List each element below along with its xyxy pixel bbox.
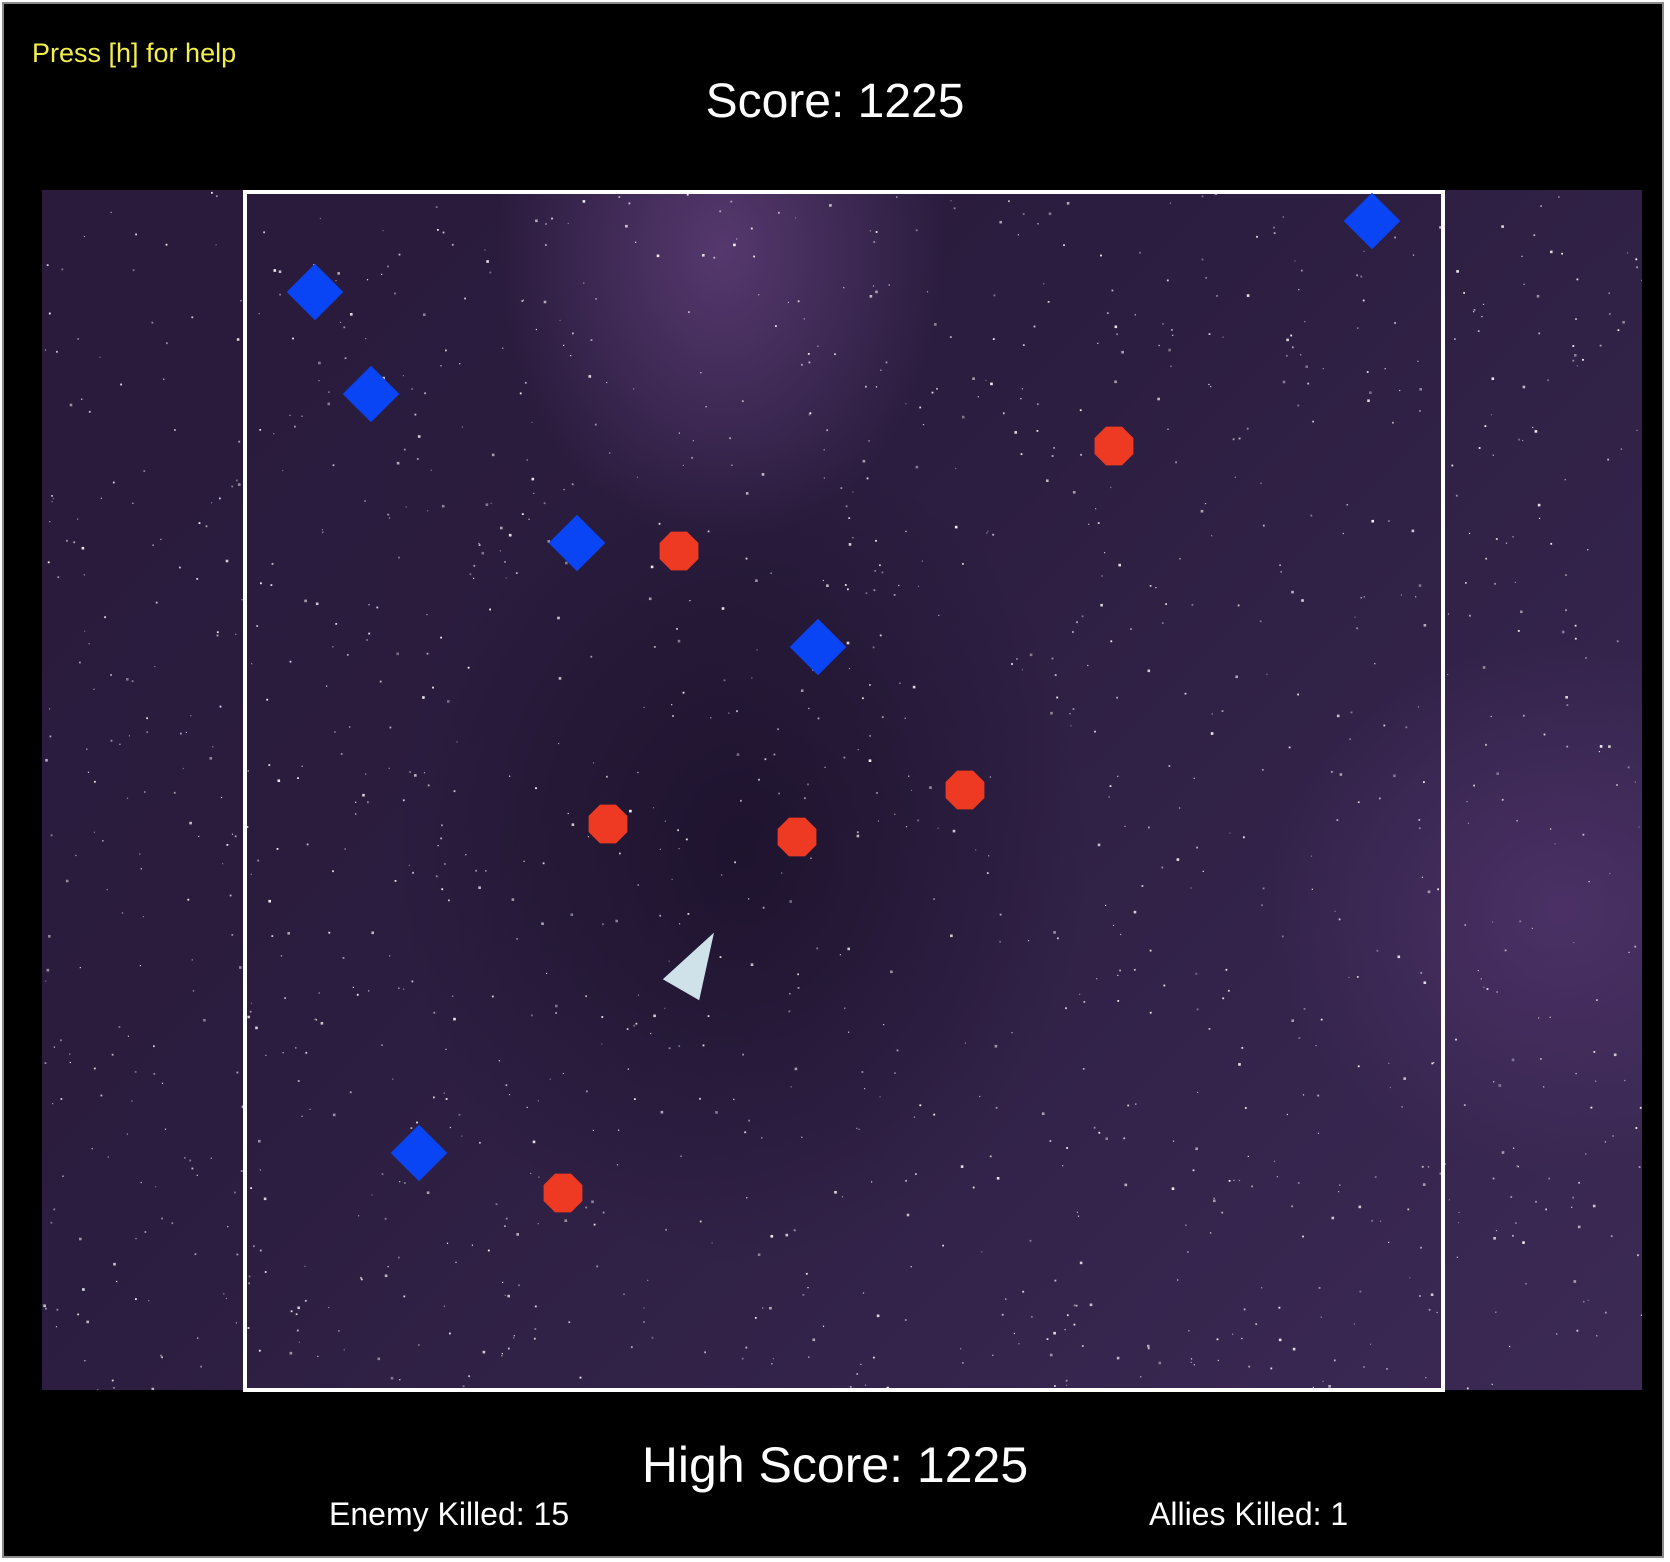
- player-ship: [662, 932, 714, 1001]
- ally-diamond: [286, 263, 344, 321]
- game-entities: [286, 192, 1401, 1213]
- high-score-display: High Score: 1225: [641, 1437, 1029, 1493]
- enemy-octagon: [1094, 426, 1134, 466]
- enemy-octagon: [588, 804, 628, 844]
- enemy-octagon: [945, 770, 985, 810]
- enemy-killed-counter: Enemy Killed: 15: [329, 1496, 570, 1532]
- enemy-octagon: [543, 1173, 583, 1213]
- ally-diamond: [1343, 192, 1401, 250]
- enemy-octagon: [659, 531, 699, 571]
- ally-diamond: [342, 365, 400, 423]
- ally-diamond: [789, 618, 847, 676]
- allies-killed-counter: Allies Killed: 1: [1149, 1496, 1349, 1532]
- enemy-octagon: [777, 817, 817, 857]
- ally-diamond: [390, 1124, 448, 1182]
- ally-diamond: [548, 514, 606, 572]
